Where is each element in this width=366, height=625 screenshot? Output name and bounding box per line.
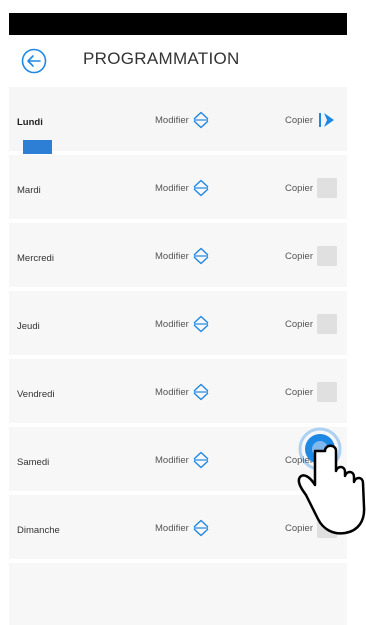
day-row-lundi[interactable]: Lundi Modifier Copier bbox=[9, 87, 347, 154]
expand-arrows-icon bbox=[193, 315, 209, 333]
expand-arrows-icon bbox=[193, 179, 209, 197]
back-arrow-icon[interactable] bbox=[21, 48, 47, 74]
copy-label: Copier bbox=[285, 114, 313, 126]
day-row-mardi[interactable]: Mardi Modifier Copier bbox=[9, 155, 347, 219]
modify-label: Modifier bbox=[155, 318, 189, 330]
modify-label: Modifier bbox=[155, 250, 189, 262]
modify-button[interactable]: Modifier bbox=[155, 449, 209, 471]
copy-source-icon bbox=[319, 113, 334, 127]
day-label: Mercredi bbox=[17, 253, 54, 264]
copy-button[interactable]: Copier bbox=[285, 109, 337, 131]
copy-button[interactable]: Copier bbox=[285, 381, 337, 403]
expand-arrows-icon bbox=[193, 519, 209, 537]
day-label: Mardi bbox=[17, 185, 41, 196]
day-row-mercredi[interactable]: Mercredi Modifier Copier bbox=[9, 223, 347, 287]
copy-button[interactable]: Copier bbox=[285, 313, 337, 335]
day-label: Vendredi bbox=[17, 389, 55, 400]
page-title: PROGRAMMATION bbox=[83, 49, 240, 68]
modify-button[interactable]: Modifier bbox=[155, 245, 209, 267]
modify-button[interactable]: Modifier bbox=[155, 381, 209, 403]
copy-checkbox[interactable] bbox=[317, 382, 337, 402]
modify-label: Modifier bbox=[155, 522, 189, 534]
copy-button[interactable]: Copier bbox=[285, 177, 337, 199]
modify-label: Modifier bbox=[155, 182, 189, 194]
modify-button[interactable]: Modifier bbox=[155, 313, 209, 335]
day-row-jeudi[interactable]: Jeudi Modifier Copier bbox=[9, 291, 347, 355]
day-label: Samedi bbox=[17, 457, 50, 468]
empty-row bbox=[9, 563, 347, 625]
header: PROGRAMMATION bbox=[9, 35, 347, 87]
copy-label: Copier bbox=[285, 182, 313, 194]
modify-button[interactable]: Modifier bbox=[155, 109, 209, 131]
copy-button[interactable]: Copier bbox=[285, 245, 337, 267]
copy-checkbox[interactable] bbox=[317, 246, 337, 266]
modify-label: Modifier bbox=[155, 114, 189, 126]
modify-button[interactable]: Modifier bbox=[155, 517, 209, 539]
day-label: Lundi bbox=[17, 117, 43, 128]
copy-checkbox[interactable] bbox=[317, 314, 337, 334]
status-bar bbox=[9, 13, 347, 35]
expand-arrows-icon bbox=[193, 247, 209, 265]
day-label: Dimanche bbox=[17, 525, 60, 536]
expand-arrows-icon bbox=[193, 451, 209, 469]
selected-day-marker bbox=[23, 140, 52, 154]
day-row-vendredi[interactable]: Vendredi Modifier Copier bbox=[9, 359, 347, 423]
modify-label: Modifier bbox=[155, 386, 189, 398]
day-label: Jeudi bbox=[17, 321, 40, 332]
modify-button[interactable]: Modifier bbox=[155, 177, 209, 199]
tap-hand-icon bbox=[297, 427, 366, 535]
copy-label: Copier bbox=[285, 250, 313, 262]
expand-arrows-icon bbox=[193, 111, 209, 129]
copy-checkbox[interactable] bbox=[317, 178, 337, 198]
copy-label: Copier bbox=[285, 386, 313, 398]
modify-label: Modifier bbox=[155, 454, 189, 466]
expand-arrows-icon bbox=[193, 383, 209, 401]
copy-label: Copier bbox=[285, 318, 313, 330]
